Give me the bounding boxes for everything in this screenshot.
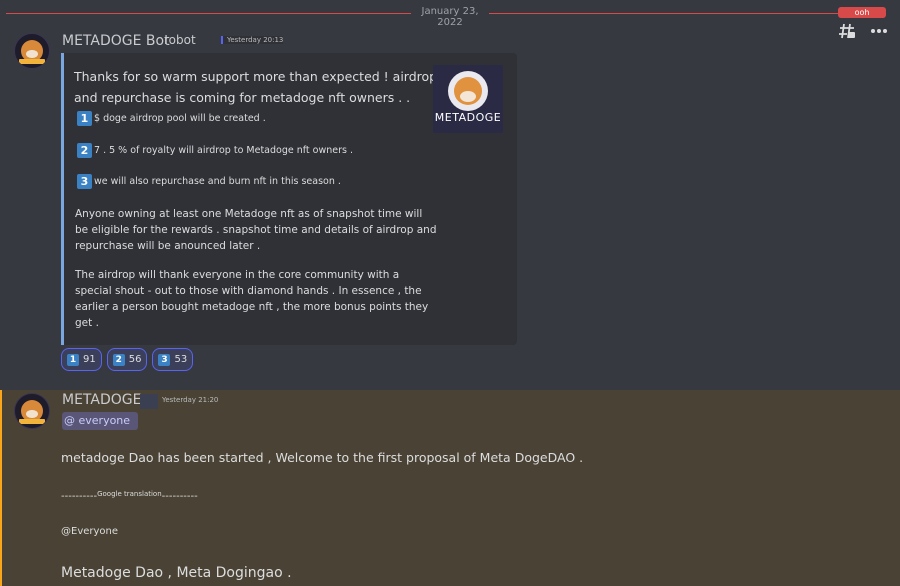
dash-separator: ----------: [161, 491, 198, 502]
message-author[interactable]: METADOGE: [62, 392, 141, 408]
role-icon: [140, 394, 158, 409]
embed-line: Thanks for so warm support more than exp…: [74, 69, 438, 84]
embed-list-item: 1 $ doge airdrop pool will be created .: [77, 111, 266, 126]
keycap-2-icon: 2: [77, 143, 92, 158]
divider-date: January 23, 2022: [421, 6, 479, 28]
divider-line-right: [489, 13, 885, 14]
reactions: 1 91 2 56 3 53: [61, 348, 194, 371]
message-line: Metadoge Dao , Meta Dogingao .: [61, 565, 292, 581]
message-line: ----------Google translation----------: [61, 490, 198, 502]
avatar-badge: [19, 59, 45, 64]
paragraph-line: Anyone owning at least one Metadoge nft …: [75, 208, 423, 220]
embed-list-text: we will also repurchase and burn nft in …: [94, 176, 341, 187]
threads-icon[interactable]: [836, 20, 858, 42]
embed-list-text: 7 . 5 % of royalty will airdrop to Metad…: [94, 145, 354, 156]
more-icon[interactable]: [868, 20, 890, 42]
embed-list-item: 27 . 5 % of royalty will airdrop to Meta…: [77, 143, 353, 158]
paragraph-line: special shout - out to those with diamon…: [75, 285, 422, 297]
embed-thumbnail[interactable]: METADOGE: [433, 65, 503, 133]
message-timestamp: Yesterday 20:13: [221, 36, 284, 44]
translation-label: Google translation: [97, 490, 162, 498]
everyone-mention[interactable]: @ everyone: [62, 412, 139, 430]
message-toolbar: [836, 20, 890, 42]
reaction-button[interactable]: 1 91: [61, 348, 102, 371]
avatar-badge: [19, 419, 45, 424]
paragraph-line: earlier a person bought metadoge nft , t…: [75, 301, 429, 313]
keycap-2-icon: 2: [112, 353, 125, 366]
doge-muzzle: [460, 91, 476, 102]
embed: Thanks for so warm support more than exp…: [61, 53, 517, 345]
divider-line-left: [6, 13, 411, 14]
paragraph-line: get .: [75, 317, 99, 329]
message-author[interactable]: METADOGE Bot: [62, 33, 170, 49]
bot-tag: robot: [164, 33, 196, 47]
dash-separator: ----------: [61, 491, 98, 502]
keycap-3-icon: 3: [77, 174, 92, 189]
embed-list-item: 3 we will also repurchase and burn nft in…: [77, 174, 341, 189]
reaction-count: 53: [174, 354, 188, 365]
reaction-count: 91: [83, 354, 96, 365]
message-highlighted: METADOGE Yesterday 21:20 @ everyone meta…: [0, 390, 900, 586]
new-messages-badge[interactable]: ooh: [838, 7, 886, 18]
embed-line: and repurchase is coming for metadoge nf…: [74, 90, 411, 105]
embed-paragraph: Anyone owning at least one Metadoge nft …: [75, 206, 437, 254]
embed-paragraph: The airdrop will thank everyone in the c…: [75, 267, 428, 331]
keycap-1-icon: 1: [67, 353, 79, 366]
keycap-3-icon: 3: [158, 353, 171, 366]
paragraph-line: repurchase will be anounced later .: [75, 240, 261, 252]
reaction-button[interactable]: 3 53: [152, 348, 194, 371]
message-line: @Everyone: [61, 526, 119, 537]
avatar[interactable]: [14, 393, 50, 429]
paragraph-line: The airdrop will thank everyone in the c…: [75, 269, 400, 281]
reaction-count: 56: [128, 354, 142, 365]
keycap-1-icon: 1: [77, 111, 92, 126]
embed-list-text: $ doge airdrop pool will be created .: [94, 113, 266, 124]
date-divider: January 23, 2022 ooh: [0, 6, 900, 28]
paragraph-line: be eligible for the rewards . snapshot t…: [75, 224, 437, 236]
reaction-button[interactable]: 2 56: [106, 348, 148, 371]
message-timestamp: Yesterday 21:20: [162, 396, 219, 404]
thumbnail-label: METADOGE: [434, 111, 502, 124]
message-line: metadoge Dao has been started , Welcome …: [61, 450, 584, 465]
avatar[interactable]: [14, 33, 50, 69]
